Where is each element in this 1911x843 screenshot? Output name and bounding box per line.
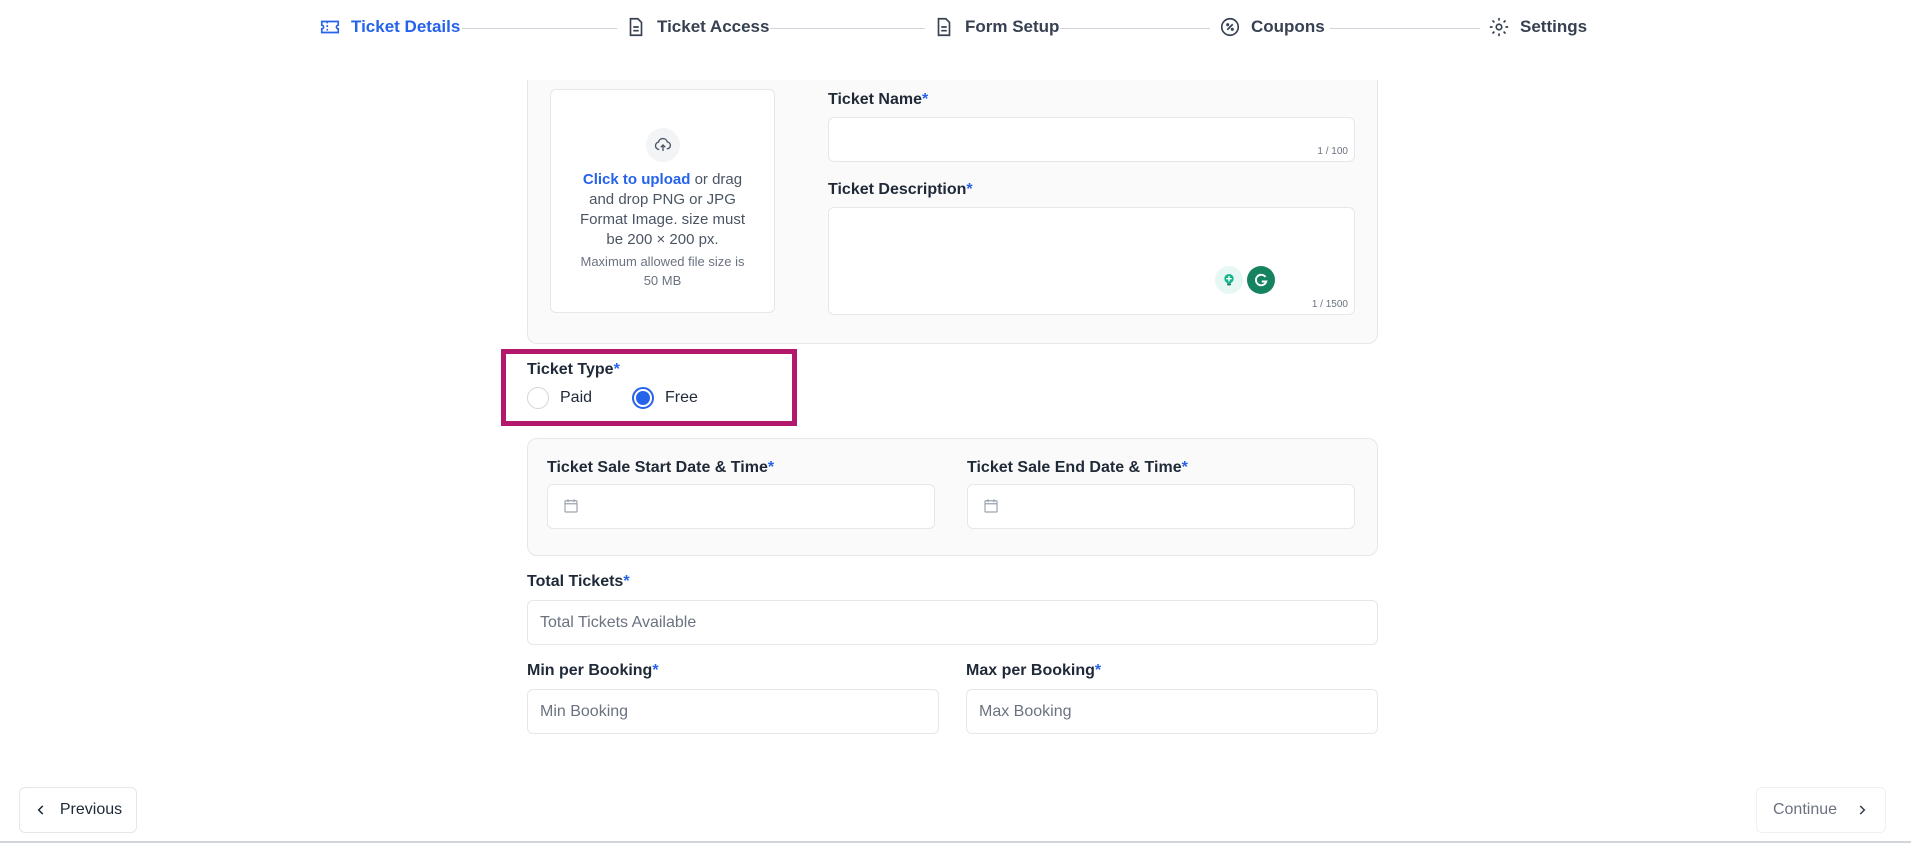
sale-end-label-text: Ticket Sale End Date & Time [967, 459, 1182, 476]
form-area: Click to upload or drag and drop PNG or … [0, 80, 1911, 780]
ticket-description-label-text: Ticket Description [828, 181, 967, 198]
ticket-info-card: Click to upload or drag and drop PNG or … [527, 80, 1378, 344]
step-settings[interactable]: Settings [1488, 16, 1587, 38]
radio-free-label[interactable]: Free [665, 389, 698, 407]
calendar-icon [984, 499, 998, 513]
upload-instructions: Click to upload or drag and drop PNG or … [551, 170, 774, 250]
step-ticket-access[interactable]: Ticket Access [625, 16, 769, 38]
chevron-right-icon [1859, 805, 1866, 815]
step-connector [770, 28, 925, 29]
required-marker: * [1181, 459, 1188, 476]
min-per-booking-label-text: Min per Booking [527, 662, 653, 679]
max-per-booking-label-text: Max per Booking [966, 662, 1095, 679]
step-label: Settings [1520, 17, 1588, 36]
grammarly-icon[interactable] [1247, 266, 1275, 294]
total-tickets-label-text: Total Tickets [527, 573, 624, 590]
ticket-type-label: Ticket Type* [527, 361, 620, 379]
stepper-nav: Ticket Details Ticket Access Form Setup … [0, 0, 1911, 56]
ticket-name-counter: 1 / 100 [1317, 146, 1348, 157]
radio-selected-dot [636, 391, 651, 405]
ticket-name-label: Ticket Name* [828, 91, 928, 109]
document-icon [629, 17, 643, 37]
upload-cloud-icon [645, 128, 680, 162]
max-booking-input[interactable] [966, 689, 1378, 734]
calendar-icon [564, 499, 578, 513]
ticket-name-label-text: Ticket Name [828, 91, 922, 108]
ticket-icon [320, 20, 340, 34]
ticket-name-input[interactable]: 1 / 100 [828, 117, 1355, 162]
continue-button[interactable]: Continue [1756, 787, 1886, 833]
sale-end-datetime-input[interactable] [967, 484, 1355, 529]
step-coupons[interactable]: Coupons [1219, 16, 1325, 38]
radio-paid-label[interactable]: Paid [560, 389, 592, 407]
sale-dates-card: Ticket Sale Start Date & Time* Ticket Sa… [527, 438, 1378, 556]
sale-start-label-text: Ticket Sale Start Date & Time [547, 459, 768, 476]
ticket-type-label-text: Ticket Type [527, 361, 614, 378]
document-icon [937, 17, 951, 37]
click-to-upload-link[interactable]: Click to upload [583, 171, 691, 188]
sale-start-datetime-input[interactable] [547, 484, 935, 529]
step-label: Form Setup [965, 17, 1060, 36]
image-upload-dropzone[interactable]: Click to upload or drag and drop PNG or … [550, 89, 775, 313]
upload-size-note: Maximum allowed file size is 50 MB [580, 254, 745, 288]
total-tickets-label: Total Tickets* [527, 573, 630, 591]
min-booking-input[interactable] [527, 689, 939, 734]
step-connector [1060, 28, 1210, 29]
radio-free[interactable] [632, 387, 655, 409]
ticket-type-radio-group: Paid Free [527, 387, 698, 409]
required-marker: * [767, 459, 775, 476]
grammarly-widget[interactable] [1215, 266, 1275, 294]
required-marker: * [1094, 662, 1102, 679]
sale-end-label: Ticket Sale End Date & Time* [967, 459, 1188, 477]
required-marker: * [623, 573, 630, 590]
min-per-booking-label: Min per Booking* [527, 662, 659, 680]
step-label: Coupons [1251, 17, 1325, 36]
previous-button[interactable]: Previous [19, 787, 137, 833]
required-marker: * [966, 181, 973, 198]
step-form-setup[interactable]: Form Setup [933, 16, 1059, 38]
step-label: Ticket Details [351, 17, 461, 36]
required-marker: * [652, 662, 659, 679]
ticket-description-input[interactable]: 1 / 1500 [828, 207, 1355, 315]
continue-button-label: Continue [1772, 801, 1838, 818]
required-marker: * [921, 91, 929, 108]
chevron-left-icon [37, 805, 44, 815]
required-marker: * [613, 361, 620, 378]
total-tickets-input[interactable] [527, 600, 1378, 645]
previous-button-label: Previous [59, 801, 123, 818]
lightbulb-icon[interactable] [1215, 266, 1243, 294]
sale-start-label: Ticket Sale Start Date & Time* [547, 459, 774, 477]
ticket-description-label: Ticket Description* [828, 181, 973, 199]
step-label: Ticket Access [657, 17, 770, 36]
radio-paid[interactable] [527, 387, 549, 409]
step-ticket-details[interactable]: Ticket Details [319, 16, 460, 38]
coupon-icon [1220, 17, 1240, 37]
gear-icon [1489, 17, 1509, 37]
step-connector [462, 28, 617, 29]
step-connector [1330, 28, 1480, 29]
ticket-description-counter: 1 / 1500 [1311, 299, 1348, 310]
max-per-booking-label: Max per Booking* [966, 662, 1101, 680]
